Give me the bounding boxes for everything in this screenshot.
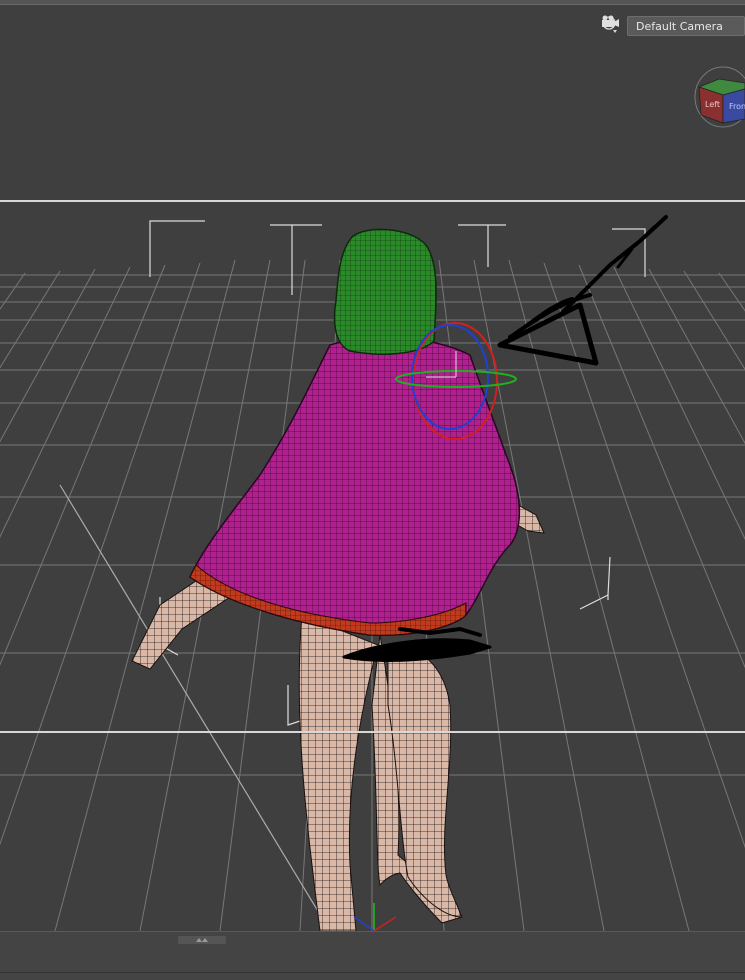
collapse-arrows-icon[interactable] bbox=[178, 936, 226, 944]
view-cube[interactable]: Left Front bbox=[693, 65, 745, 137]
hood bbox=[333, 228, 437, 355]
scene-canvas[interactable] bbox=[0, 5, 745, 931]
bottom-panel-bar bbox=[0, 931, 745, 980]
viewcube-front-label: Front bbox=[729, 102, 745, 111]
bottom-seam bbox=[0, 972, 745, 973]
camera-frame-bottom bbox=[0, 731, 745, 733]
camera-select-label: Default Camera bbox=[636, 19, 723, 33]
camera-frame-top bbox=[0, 200, 745, 202]
3d-viewport[interactable]: Default Camera Left Front bbox=[0, 5, 745, 931]
camera-toolbar: Default Camera bbox=[601, 15, 745, 37]
viewcube-left-label: Left bbox=[705, 100, 720, 109]
camera-select[interactable]: Default Camera bbox=[602, 15, 745, 36]
